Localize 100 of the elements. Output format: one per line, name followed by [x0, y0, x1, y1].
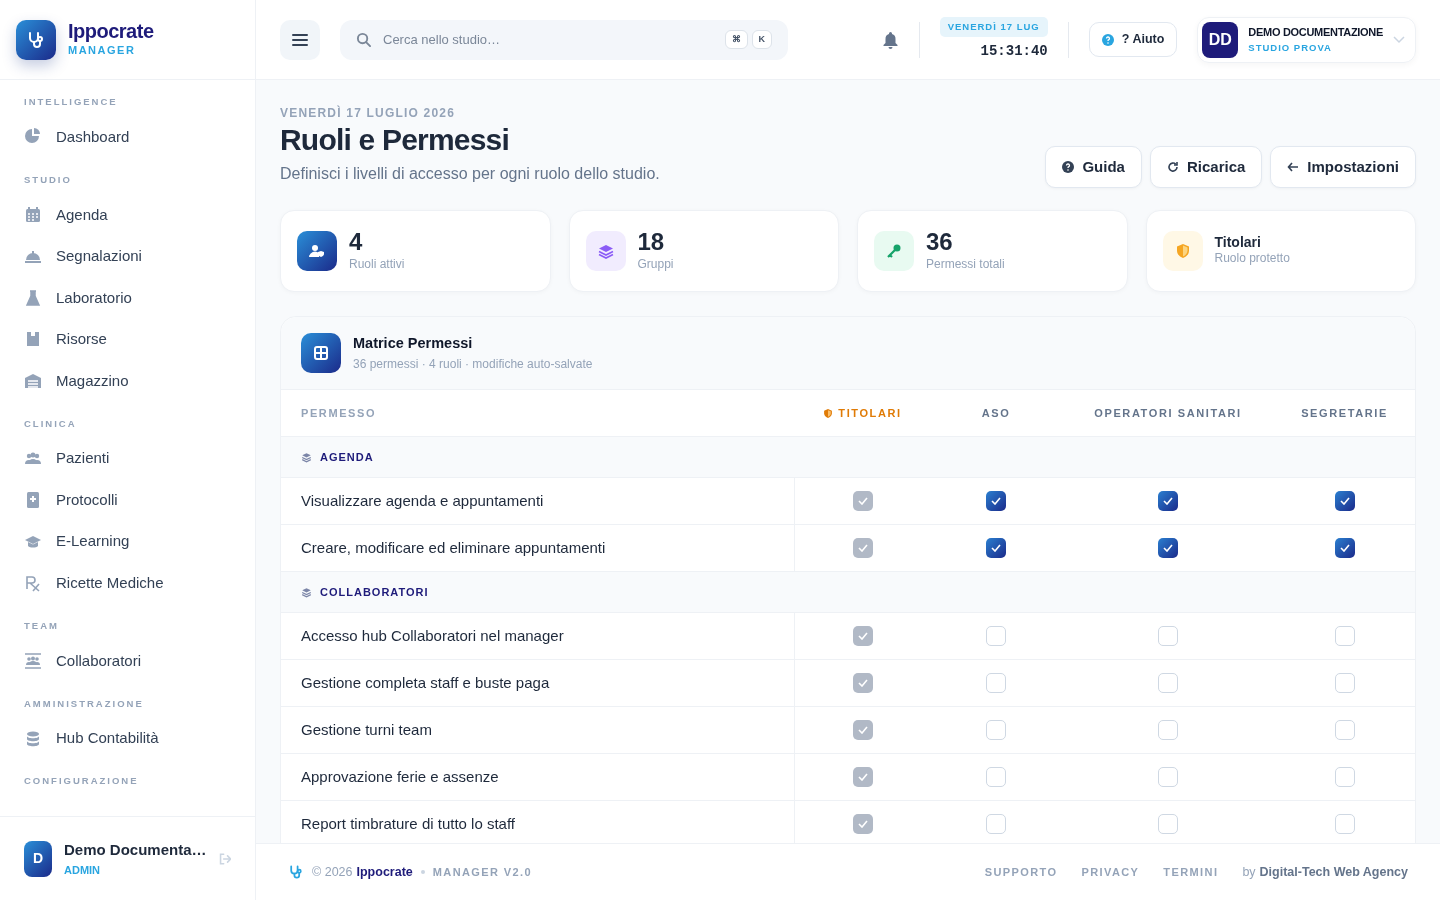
account-menu[interactable]: DD DEMO DOCUMENTAZIONE STUDIO PROVA [1197, 16, 1416, 63]
app-name: Ippocrate [68, 20, 154, 43]
checkbox[interactable] [986, 491, 1006, 511]
sidebar-item[interactable]: Dashboard [0, 116, 255, 158]
stat-label: Gruppi [637, 255, 674, 273]
checkbox[interactable] [1158, 673, 1178, 693]
checkbox[interactable] [1158, 767, 1178, 787]
credit-link[interactable]: Digital-Tech Web Agency [1259, 862, 1408, 882]
check-icon [857, 773, 868, 781]
help-button[interactable]: ? Aiuto [1088, 22, 1178, 57]
section-heading: STUDIO [23, 172, 73, 187]
prescription-icon [24, 574, 42, 592]
checkbox[interactable] [986, 673, 1006, 693]
clock-time: 15:31:40 [980, 42, 1048, 62]
checkbox[interactable] [1334, 673, 1355, 693]
date-badge: VENERDÌ 17 LUG [939, 16, 1048, 38]
check-icon [857, 726, 868, 734]
studio-name: STUDIO PROVA [1248, 40, 1333, 55]
arrow-left-icon [1287, 160, 1300, 173]
sidebar-item[interactable]: E-Learning [0, 520, 255, 563]
section-heading: TEAM [23, 618, 60, 633]
section-heading: AMMINISTRAZIONE [23, 696, 145, 711]
matrix-title: Matrice Permessi [353, 334, 474, 354]
sidebar-item[interactable]: Agenda [0, 194, 255, 236]
checkbox[interactable] [1334, 538, 1355, 558]
checkbox[interactable] [1158, 491, 1178, 511]
logout-icon[interactable] [218, 851, 231, 866]
checkbox[interactable] [1158, 720, 1178, 740]
action-button[interactable]: Impostazioni [1270, 145, 1416, 188]
notification-bell-icon[interactable] [881, 30, 899, 49]
sidebar-item[interactable]: Laboratorio [0, 277, 255, 319]
warehouse-icon [24, 371, 42, 390]
check-icon [857, 497, 868, 505]
stat-label: Permessi totali [926, 255, 1005, 273]
layers-icon [301, 451, 312, 463]
check-icon [857, 679, 868, 687]
checkbox[interactable] [1334, 767, 1355, 787]
stat-label: Ruoli attivi [349, 255, 405, 273]
footer-brand: Ippocrate [356, 863, 413, 881]
permission-label: Gestione completa staff e buste paga [281, 660, 795, 707]
sidebar-item[interactable]: Pazienti [0, 437, 255, 480]
page-date: VENERDÌ 17 LUGLIO 2026 [280, 104, 457, 122]
check-icon [1339, 497, 1350, 505]
sidebar-item[interactable]: Ricette Mediche [0, 562, 255, 604]
search-input[interactable]: Cerca nello studio… [381, 28, 715, 51]
menu-icon [292, 32, 308, 47]
checkbox[interactable] [986, 720, 1006, 740]
section-heading: CLINICA [23, 416, 78, 431]
page-subtitle: Definisci i livelli di accesso per ogni ruolo dello studio. [280, 164, 660, 184]
checkbox[interactable] [986, 538, 1006, 558]
check-icon [857, 544, 868, 552]
checkbox[interactable] [986, 626, 1006, 646]
checkbox[interactable] [1334, 626, 1355, 646]
checkbox[interactable] [1334, 720, 1355, 740]
sidebar-item[interactable]: Collaboratori [0, 640, 255, 682]
checkbox[interactable] [986, 814, 1006, 834]
help-icon [1101, 33, 1114, 46]
search-field[interactable]: Cerca nello studio… ⌘ K [340, 19, 788, 60]
flask-icon [24, 288, 42, 307]
credit-prefix: by [1242, 863, 1256, 881]
permission-label: Gestione turni team [281, 707, 795, 754]
action-button[interactable]: Guida [1045, 145, 1142, 188]
permission-label: Approvazione ferie e assenze [281, 754, 795, 801]
sidebar-item[interactable]: Protocolli [0, 479, 255, 521]
calendar-icon [24, 205, 42, 224]
check-icon [991, 497, 1001, 505]
box-icon [24, 330, 42, 349]
grid-icon [301, 333, 341, 373]
account-avatar: DD [1202, 21, 1239, 58]
matrix-subtitle: 36 permessi · 4 ruoli · modifiche auto-salvate [353, 355, 593, 373]
sidebar-item[interactable]: Magazzino [0, 360, 255, 402]
group-header: AGENDA [281, 437, 1415, 478]
sidebar-item[interactable]: Risorse [0, 318, 255, 360]
checkbox[interactable] [1334, 814, 1355, 834]
checkbox[interactable] [1158, 626, 1178, 646]
stat-title: Titolari [1214, 234, 1262, 250]
group-header: COLLABORATORI [281, 572, 1415, 613]
stethoscope-icon [288, 864, 304, 880]
checkbox[interactable] [1158, 538, 1178, 558]
help-circle-icon [1062, 160, 1075, 173]
section-heading: INTELLIGENCE [23, 95, 119, 109]
sidebar-item[interactable]: Hub Contabilità [0, 717, 255, 760]
permission-label: Accesso hub Collaboratori nel manager [281, 613, 795, 660]
action-button[interactable]: Ricarica [1149, 145, 1263, 188]
shortcut-key: ⌘ [724, 29, 748, 50]
check-icon [857, 632, 868, 640]
checkbox[interactable] [986, 767, 1006, 787]
checkbox[interactable] [1334, 491, 1355, 511]
shield-icon [823, 407, 834, 419]
chart-pie-icon [24, 128, 42, 146]
check-icon [991, 544, 1001, 552]
sidebar-item[interactable]: Segnalazioni [0, 235, 255, 277]
stat-label: Ruolo protetto [1214, 250, 1290, 268]
search-icon [356, 32, 371, 47]
coins-icon [24, 729, 42, 748]
copyright-text: © 2026 [312, 863, 353, 881]
layers-icon [585, 231, 626, 271]
checkbox[interactable] [1158, 814, 1178, 834]
menu-button[interactable] [280, 19, 320, 60]
user-name: Demo Documenta… [64, 840, 207, 860]
